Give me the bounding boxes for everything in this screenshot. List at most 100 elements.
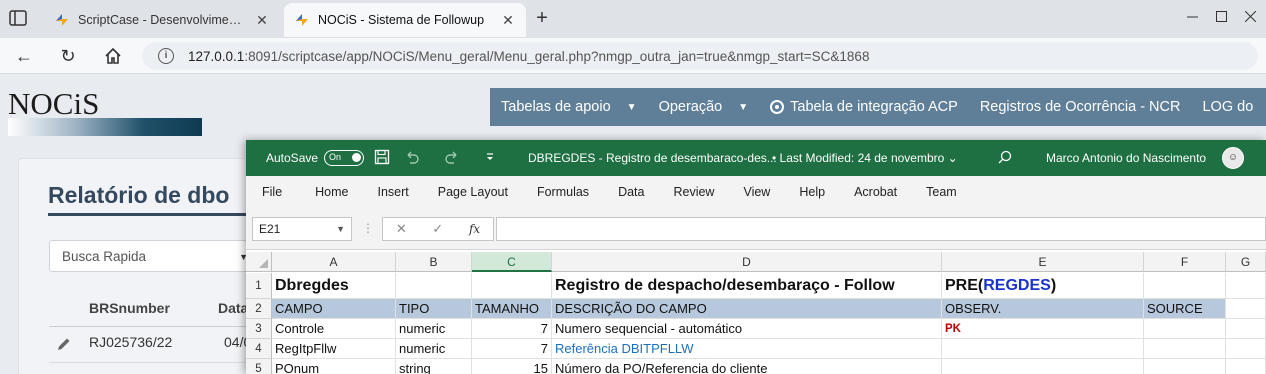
cell-g4[interactable] bbox=[1226, 339, 1266, 359]
row-header-4[interactable]: 4 bbox=[246, 339, 272, 359]
home-icon[interactable] bbox=[104, 47, 122, 65]
back-icon[interactable]: ← bbox=[14, 46, 34, 66]
tab-scriptcase[interactable]: ScriptCase - Desenvolvimento - a ✕ bbox=[44, 3, 280, 37]
cell-b2[interactable]: TIPO bbox=[396, 299, 472, 319]
cell-a1[interactable]: Dbregdes bbox=[272, 273, 396, 299]
cell-g1[interactable] bbox=[1226, 273, 1266, 299]
select-all-corner[interactable] bbox=[246, 252, 272, 272]
cell-c4[interactable]: 7 bbox=[472, 339, 552, 359]
close-tab-icon[interactable]: ✕ bbox=[254, 12, 270, 29]
autosave-toggle[interactable]: On bbox=[324, 150, 364, 166]
cell-a5[interactable]: POnum bbox=[272, 359, 396, 374]
ribbon-tab-file[interactable]: File bbox=[262, 185, 282, 199]
menu-log[interactable]: LOG do bbox=[1191, 99, 1264, 115]
column-header-c[interactable]: C bbox=[472, 252, 552, 272]
close-tab-icon[interactable]: ✕ bbox=[500, 12, 516, 29]
row-header-5[interactable]: 5 bbox=[246, 359, 272, 374]
row-header-3[interactable]: 3 bbox=[246, 319, 272, 339]
ribbon-tab-view[interactable]: View bbox=[743, 185, 770, 199]
column-header-d[interactable]: D bbox=[552, 252, 942, 272]
cell-e3[interactable]: PK bbox=[942, 319, 1144, 339]
column-header-f[interactable]: F bbox=[1144, 252, 1226, 272]
tab-nocis[interactable]: NOCiS - Sistema de Followup ✕ bbox=[284, 3, 526, 37]
menu-registros-ocorrencia[interactable]: Registros de Ocorrência - NCR bbox=[969, 99, 1192, 115]
row-header-1[interactable]: 1 bbox=[246, 273, 272, 299]
cell-d3[interactable]: Numero sequencial - automático bbox=[552, 319, 942, 339]
cell-b5[interactable]: string bbox=[396, 359, 472, 374]
undo-icon[interactable] bbox=[404, 149, 420, 165]
ribbon-tab-acrobat[interactable]: Acrobat bbox=[854, 185, 897, 199]
ribbon-tab-team[interactable]: Team bbox=[926, 185, 957, 199]
column-header-b[interactable]: B bbox=[396, 252, 472, 272]
ribbon-tab-insert[interactable]: Insert bbox=[378, 185, 409, 199]
caret-down-icon: ▼ bbox=[738, 101, 749, 113]
cell-f4[interactable] bbox=[1144, 339, 1226, 359]
formula-input[interactable] bbox=[496, 217, 1266, 241]
cell-b3[interactable]: numeric bbox=[396, 319, 472, 339]
customize-toolbar-icon[interactable] bbox=[482, 149, 498, 165]
save-icon[interactable] bbox=[374, 149, 390, 165]
minimize-icon[interactable] bbox=[1187, 10, 1198, 21]
cell-f2[interactable]: SOURCE bbox=[1144, 299, 1226, 319]
document-title[interactable]: DBREGDES - Registro de desembaraco-des..… bbox=[528, 151, 777, 165]
column-header-brsnumber[interactable]: BRSnumber bbox=[89, 300, 170, 316]
cell-d2[interactable]: DESCRIÇÃO DO CAMPO bbox=[552, 299, 942, 319]
name-box[interactable]: E21 ▼ bbox=[252, 217, 352, 241]
cell-e1[interactable]: PRE(REGDES) bbox=[942, 273, 1144, 299]
cell-e2[interactable]: OBSERV. bbox=[942, 299, 1144, 319]
cell-g3[interactable] bbox=[1226, 319, 1266, 339]
insert-function-icon[interactable]: fx bbox=[469, 222, 480, 236]
url-field[interactable]: i 127.0.0.1:8091/scriptcase/app/NOCiS/Me… bbox=[142, 42, 1258, 70]
cell-c5[interactable]: 15 bbox=[472, 359, 552, 374]
cell-f5[interactable] bbox=[1144, 359, 1226, 374]
column-header-e[interactable]: E bbox=[942, 252, 1144, 272]
ribbon-tab-formulas[interactable]: Formulas bbox=[537, 185, 589, 199]
quick-search-select[interactable]: Busca Rapida ▼ bbox=[49, 240, 259, 272]
cell-e4[interactable] bbox=[942, 339, 1144, 359]
column-header-a[interactable]: A bbox=[272, 252, 396, 272]
cell-c3[interactable]: 7 bbox=[472, 319, 552, 339]
new-tab-icon[interactable]: + bbox=[531, 8, 553, 30]
cell-g5[interactable] bbox=[1226, 359, 1266, 374]
cell-f3[interactable] bbox=[1144, 319, 1226, 339]
maximize-icon[interactable] bbox=[1216, 10, 1227, 22]
cell-f1[interactable] bbox=[1144, 273, 1226, 299]
cell-a4[interactable]: RegItpFllw bbox=[272, 339, 396, 359]
ribbon-tab-data[interactable]: Data bbox=[618, 185, 644, 199]
menu-operacao[interactable]: Operação ▼ bbox=[648, 99, 760, 115]
cell-e5[interactable] bbox=[942, 359, 1144, 374]
ribbon-tab-review[interactable]: Review bbox=[673, 185, 714, 199]
cell-d5[interactable]: Número da PO/Referencia do cliente bbox=[552, 359, 942, 374]
cell-d4[interactable]: Referência DBITPFLLW bbox=[552, 339, 942, 359]
close-window-icon[interactable] bbox=[1244, 10, 1257, 23]
tab-actions-icon[interactable] bbox=[9, 10, 27, 26]
cell-a2[interactable]: CAMPO bbox=[272, 299, 396, 319]
column-header-g[interactable]: G bbox=[1226, 252, 1266, 272]
column-header-data[interactable]: Data bbox=[218, 300, 248, 316]
reload-icon[interactable]: ↻ bbox=[58, 46, 78, 66]
enter-icon[interactable]: ✓ bbox=[432, 221, 443, 237]
ribbon-tab-home[interactable]: Home bbox=[315, 185, 348, 199]
cell-g2[interactable] bbox=[1226, 299, 1266, 319]
last-modified[interactable]: • Last Modified: 24 de novembro ⌄ bbox=[772, 151, 958, 165]
search-icon[interactable] bbox=[998, 150, 1012, 164]
menu-tabela-integracao-acp[interactable]: Tabela de integração ACP bbox=[759, 99, 969, 115]
redo-icon[interactable] bbox=[444, 149, 460, 165]
cell-a3[interactable]: Controle bbox=[272, 319, 396, 339]
tab-title: NOCiS - Sistema de Followup bbox=[318, 13, 485, 27]
cell-b1[interactable] bbox=[396, 273, 472, 299]
cell-c1[interactable] bbox=[472, 273, 552, 299]
cell-b4[interactable]: numeric bbox=[396, 339, 472, 359]
cancel-icon[interactable]: ✕ bbox=[396, 221, 407, 237]
ribbon-tab-help[interactable]: Help bbox=[799, 185, 825, 199]
site-info-icon[interactable]: i bbox=[158, 48, 174, 64]
spreadsheet-grid[interactable]: A B C D E F G 1 2 3 4 5 Dbregdes Registr… bbox=[246, 252, 1266, 374]
cell-d1[interactable]: Registro de despacho/desembaraço - Follo… bbox=[552, 273, 942, 299]
ribbon-tab-page-layout[interactable]: Page Layout bbox=[438, 185, 508, 199]
cell-c2[interactable]: TAMANHO bbox=[472, 299, 552, 319]
edit-pencil-icon[interactable] bbox=[56, 336, 72, 352]
row-header-2[interactable]: 2 bbox=[246, 299, 272, 319]
more-options-icon[interactable]: ⋮ bbox=[362, 221, 374, 235]
avatar[interactable]: ☺ bbox=[1222, 147, 1244, 169]
menu-tabelas-de-apoio[interactable]: Tabelas de apoio ▼ bbox=[490, 99, 648, 115]
